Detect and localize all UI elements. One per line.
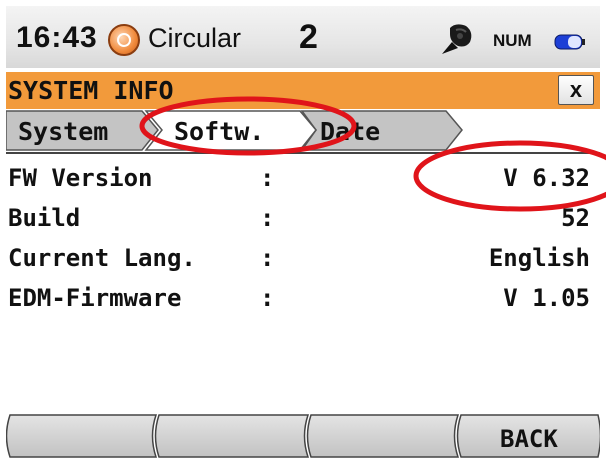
- window-title: SYSTEM INFO: [8, 76, 174, 105]
- tab-bar: System Softw. Date: [6, 110, 600, 151]
- info-row-current-lang: Current Lang. : English: [6, 240, 600, 280]
- compensator-icon[interactable]: [436, 20, 476, 58]
- info-list: FW Version : V 6.32 Build : 52 Current L…: [6, 152, 600, 412]
- info-row-build: Build : 52: [6, 200, 600, 240]
- row-value: 52: [561, 204, 590, 232]
- back-button-label: BACK: [500, 425, 558, 453]
- screen: 16:43 Circular 2 NUM SYSTEM INFO x Syste…: [0, 0, 606, 459]
- info-row-fw-version: FW Version : V 6.32: [6, 160, 600, 200]
- row-value: English: [488, 244, 590, 272]
- num-lock-indicator: NUM: [493, 31, 532, 50]
- battery-icon: [554, 34, 585, 50]
- face-indicator: 2: [299, 18, 318, 56]
- row-colon: :: [260, 164, 275, 192]
- tab-date-label: Date: [320, 117, 381, 146]
- row-value: V 6.32: [503, 164, 590, 192]
- softkey-bar: BACK: [6, 413, 600, 459]
- row-label: Build: [8, 204, 81, 232]
- row-label: Current Lang.: [8, 244, 196, 272]
- row-colon: :: [260, 284, 275, 312]
- clock-time: 16:43: [16, 21, 98, 54]
- tab-system-label: System: [18, 117, 109, 146]
- row-colon: :: [260, 204, 275, 232]
- tab-software-label: Softw.: [174, 117, 265, 146]
- target-prism-icon[interactable]: [108, 24, 140, 56]
- info-row-edm-firmware: EDM-Firmware : V 1.05: [6, 280, 600, 320]
- status-bar: 16:43 Circular 2 NUM: [6, 6, 600, 68]
- row-label: FW Version: [8, 164, 153, 192]
- row-colon: :: [260, 244, 275, 272]
- row-label: EDM-Firmware: [8, 284, 182, 312]
- title-bar: SYSTEM INFO x: [6, 72, 600, 109]
- row-value: V 1.05: [503, 284, 590, 312]
- close-icon: x: [569, 77, 583, 102]
- measure-mode[interactable]: Circular: [148, 23, 241, 54]
- close-button[interactable]: x: [558, 75, 594, 105]
